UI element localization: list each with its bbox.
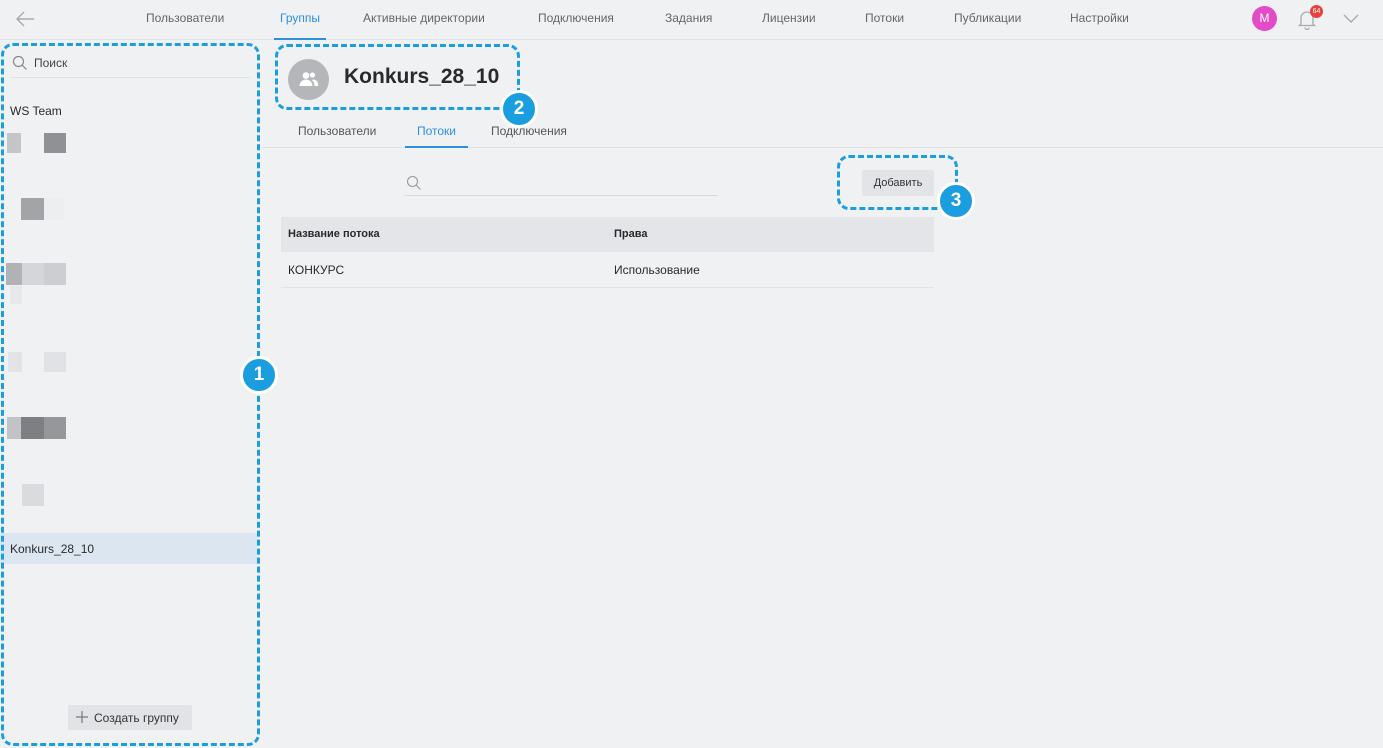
- cell-rights: Использование: [614, 263, 700, 277]
- column-header-flow-name: Название потока: [288, 228, 380, 240]
- back-arrow-icon[interactable]: [14, 8, 38, 30]
- blurred-item: [6, 263, 22, 285]
- sidebar-search-input[interactable]: [34, 52, 244, 74]
- nav-item-connections[interactable]: Подключения: [538, 0, 614, 40]
- notification-count-badge: 64: [1310, 5, 1323, 18]
- nav-item-users[interactable]: Пользователи: [146, 0, 224, 40]
- group-avatar: [288, 59, 329, 100]
- blurred-item: [44, 352, 66, 372]
- nav-item-tasks[interactable]: Задания: [665, 0, 712, 40]
- annotation-marker-1: 1: [240, 356, 278, 394]
- search-icon: [406, 175, 421, 190]
- blurred-item: [10, 286, 22, 304]
- sidebar-item-ws-team[interactable]: WS Team: [10, 104, 62, 118]
- sidebar-item-label: Konkurs_28_10: [10, 542, 95, 556]
- blurred-item: [7, 417, 21, 439]
- cell-flow-name: КОНКУРС: [288, 263, 345, 277]
- blurred-item: [7, 133, 21, 153]
- flow-search-input[interactable]: [430, 174, 710, 194]
- group-title: Konkurs_28_10: [344, 65, 500, 88]
- annotation-marker-3: 3: [937, 182, 975, 220]
- nav-item-publications[interactable]: Публикации: [954, 0, 1021, 40]
- sidebar-search: [10, 50, 250, 78]
- tab-connections[interactable]: Подключения: [491, 124, 567, 148]
- table-header: Название потока Права: [281, 217, 934, 252]
- blurred-item: [21, 417, 44, 439]
- tab-users[interactable]: Пользователи: [298, 124, 376, 148]
- blurred-item: [8, 352, 22, 372]
- blurred-item: [44, 133, 66, 153]
- nav-item-settings[interactable]: Настройки: [1070, 0, 1129, 40]
- tab-flows[interactable]: Потоки: [405, 124, 468, 148]
- blurred-item: [22, 484, 44, 506]
- blurred-item: [22, 263, 44, 285]
- sidebar-item-konkurs-28-10[interactable]: Konkurs_28_10: [0, 533, 257, 564]
- nav-item-licenses[interactable]: Лицензии: [762, 0, 816, 40]
- add-button[interactable]: Добавить: [862, 170, 934, 196]
- blurred-item: [21, 198, 44, 220]
- nav-item-flows[interactable]: Потоки: [865, 0, 904, 40]
- annotation-marker-2: 2: [500, 90, 538, 128]
- top-navigation-bar: Пользователи Группы Активные директории …: [0, 0, 1383, 40]
- annotation-box-sidebar: [1, 43, 260, 746]
- nav-item-groups[interactable]: Группы: [274, 0, 326, 40]
- create-group-label: Создать группу: [94, 711, 179, 725]
- create-group-button[interactable]: Создать группу: [68, 705, 192, 730]
- table-row[interactable]: КОНКУРС Использование: [281, 252, 934, 288]
- blurred-item: [44, 263, 66, 285]
- search-icon: [12, 55, 27, 70]
- column-header-rights: Права: [614, 228, 648, 240]
- flow-search: [404, 172, 718, 196]
- nav-item-active-directories[interactable]: Активные директории: [363, 0, 485, 40]
- plus-icon: [76, 711, 88, 723]
- blurred-item: [44, 198, 64, 220]
- blurred-item: [44, 417, 66, 439]
- group-icon: [299, 72, 319, 86]
- user-avatar[interactable]: M: [1252, 6, 1277, 31]
- chevron-down-icon[interactable]: [1342, 11, 1360, 25]
